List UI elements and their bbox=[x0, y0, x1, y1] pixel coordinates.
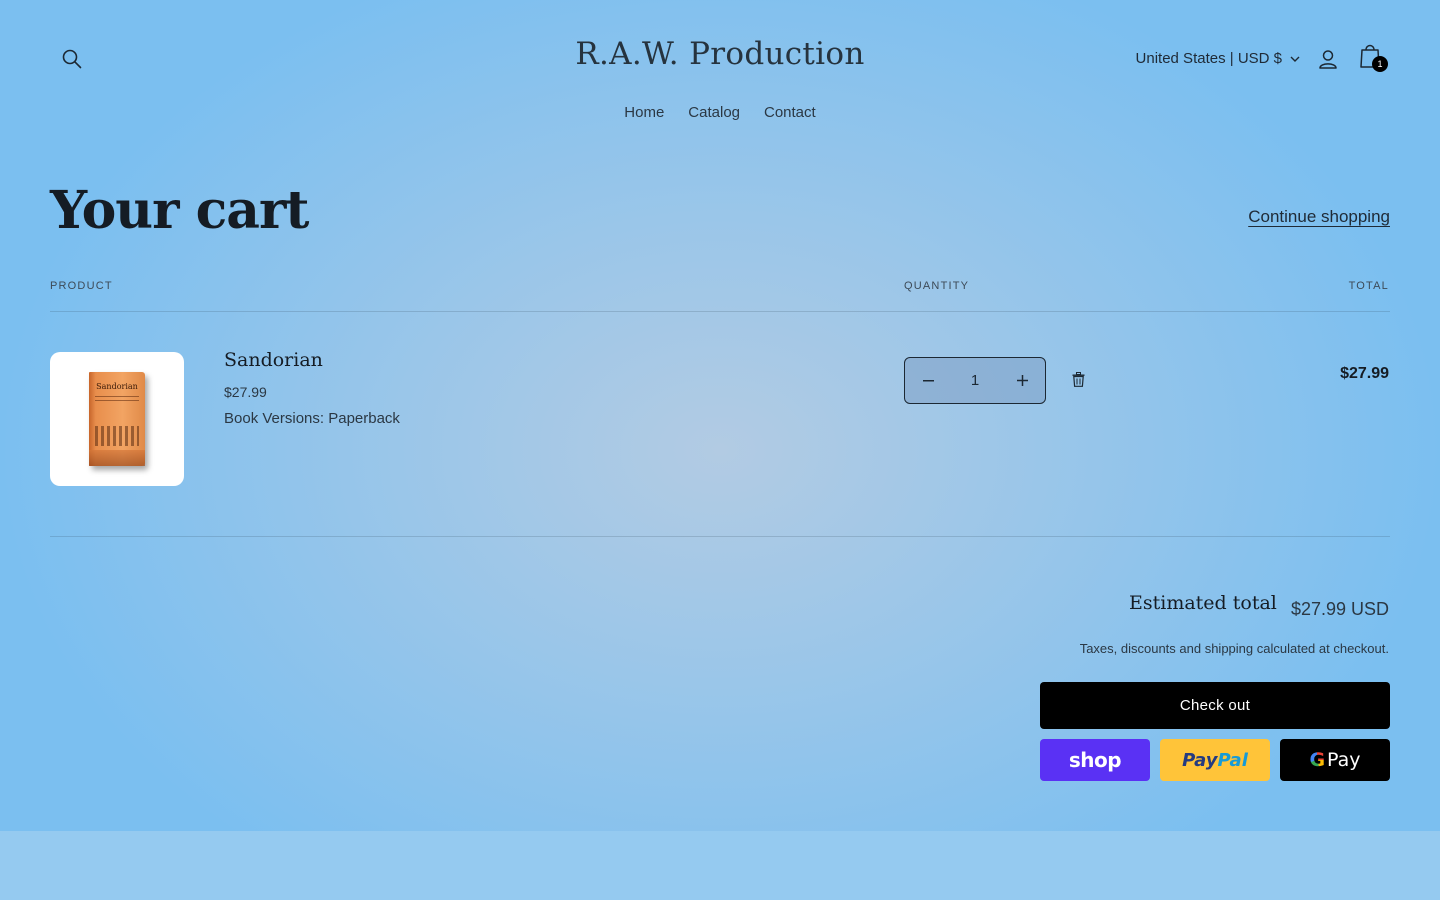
decrease-quantity-button[interactable] bbox=[905, 358, 951, 403]
footer bbox=[0, 831, 1440, 900]
column-header-total: TOTAL bbox=[1348, 280, 1389, 292]
account-button[interactable] bbox=[1314, 45, 1342, 73]
estimated-total-label: Estimated total bbox=[1129, 592, 1277, 614]
paypal-logo-pay: Pay bbox=[1182, 749, 1218, 771]
divider bbox=[50, 536, 1390, 537]
nav-item-catalog[interactable]: Catalog bbox=[688, 104, 740, 121]
line-total: $27.99 bbox=[1340, 365, 1389, 382]
book-cover-glyphs bbox=[95, 426, 139, 446]
page: R.A.W. Production United States | USD $ … bbox=[0, 0, 1440, 831]
plus-icon bbox=[1016, 375, 1028, 386]
chevron-down-icon bbox=[1290, 56, 1300, 62]
shop-pay-button[interactable]: shop bbox=[1040, 739, 1150, 781]
product-unit-price: $27.99 bbox=[224, 384, 267, 400]
page-title: Your cart bbox=[50, 180, 309, 241]
quantity-stepper bbox=[904, 357, 1046, 404]
google-pay-button[interactable]: G Pay bbox=[1280, 739, 1390, 781]
user-icon bbox=[1319, 50, 1337, 69]
checkout-button[interactable]: Check out bbox=[1040, 682, 1390, 729]
product-name-link[interactable]: Sandorian bbox=[224, 349, 323, 371]
continue-shopping-link[interactable]: Continue shopping bbox=[1248, 207, 1390, 227]
column-header-quantity: QUANTITY bbox=[904, 280, 970, 292]
tax-note: Taxes, discounts and shipping calculated… bbox=[1079, 641, 1389, 656]
product-image[interactable]: Sandorian bbox=[50, 352, 184, 486]
shop-pay-logo: shop bbox=[1068, 748, 1122, 772]
book-cover-title: Sandorian bbox=[96, 382, 138, 391]
country-currency-selector[interactable]: United States | USD $ bbox=[1136, 50, 1300, 67]
column-header-product: PRODUCT bbox=[50, 280, 113, 292]
main-nav: Home Catalog Contact bbox=[0, 104, 1440, 121]
increase-quantity-button[interactable] bbox=[999, 358, 1045, 403]
trash-icon bbox=[1072, 371, 1084, 387]
google-g-icon: G bbox=[1309, 749, 1326, 771]
product-variant: Book Versions: Paperback bbox=[224, 410, 400, 427]
nav-item-contact[interactable]: Contact bbox=[764, 104, 816, 121]
nav-item-home[interactable]: Home bbox=[624, 104, 664, 121]
cart-count-badge: 1 bbox=[1372, 56, 1388, 72]
remove-item-button[interactable] bbox=[1070, 370, 1086, 388]
paypal-logo-pal: Pal bbox=[1217, 749, 1248, 771]
divider bbox=[50, 311, 1390, 312]
google-pay-label: Pay bbox=[1327, 749, 1361, 771]
book-cover-subtitle bbox=[95, 396, 139, 401]
quantity-input[interactable] bbox=[955, 372, 995, 389]
country-currency-label: United States | USD $ bbox=[1135, 50, 1282, 67]
minus-icon bbox=[922, 379, 934, 381]
estimated-total-value: $27.99 USD bbox=[1290, 599, 1389, 619]
cart-button[interactable]: 1 bbox=[1358, 42, 1388, 74]
paypal-button[interactable]: Pay Pal bbox=[1160, 739, 1270, 781]
book-cover: Sandorian bbox=[89, 372, 145, 466]
book-cover-base bbox=[89, 450, 145, 466]
